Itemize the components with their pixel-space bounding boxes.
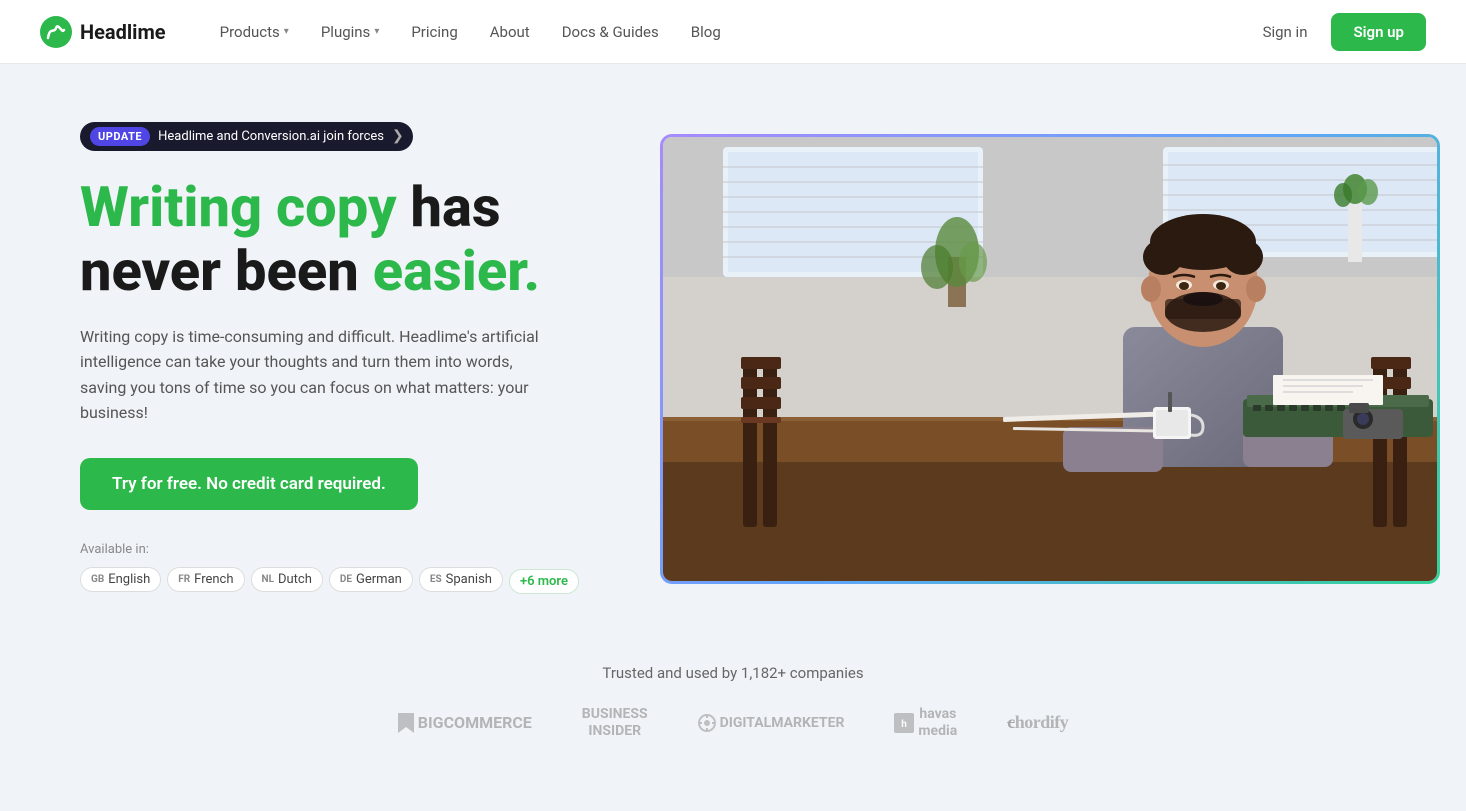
nav-docs[interactable]: Docs & Guides [548,15,673,49]
trusted-section: Trusted and used by 1,182+ companies BIG… [0,644,1466,780]
signup-button[interactable]: Sign up [1331,13,1426,51]
nav-right: Sign in Sign up [1251,13,1426,51]
nav-about[interactable]: About [476,15,544,49]
hero-left: UPDATE Headlime and Conversion.ai join f… [80,122,600,596]
products-chevron-icon: ▾ [284,26,289,37]
hero-image [660,134,1440,584]
update-arrow-icon: ❯ [392,128,404,144]
signin-link[interactable]: Sign in [1251,15,1320,49]
hero-headline: Writing copy hasnever been easier. [80,175,600,304]
digitalmarketer-icon [698,714,716,732]
navbar: Headlime Products ▾ Plugins ▾ Pricing Ab… [0,0,1466,64]
hero-right [660,134,1440,584]
hero-image-svg [663,137,1440,584]
nav-links: Products ▾ Plugins ▾ Pricing About Docs … [206,15,1251,49]
hero-description: Writing copy is time-consuming and diffi… [80,324,560,426]
havas-icon: h [894,713,914,733]
logo[interactable]: Headlime [40,16,166,48]
language-list: GB English FR French NL Dutch DE German … [80,567,600,596]
trusted-title: Trusted and used by 1,182+ companies [40,664,1426,682]
available-label: Available in: [80,542,600,557]
cta-button[interactable]: Try for free. No credit card required. [80,458,418,510]
logo-bigcommerce: BIGCOMMERCE [398,713,532,733]
plugins-chevron-icon: ▾ [374,26,379,37]
nav-blog[interactable]: Blog [677,15,735,49]
logo-business-insider: BUSINESSINSIDER [582,706,648,740]
lang-german[interactable]: DE German [329,567,413,592]
logo-digitalmarketer: DIGITALMARKETER [698,714,845,732]
lang-english[interactable]: GB English [80,567,161,592]
svg-text:h: h [902,719,908,730]
logo-chordify: chordify [1007,712,1068,733]
logo-havas-media: h havasmedia [894,706,957,740]
hero-section: UPDATE Headlime and Conversion.ai join f… [0,64,1466,644]
nav-products[interactable]: Products ▾ [206,15,303,49]
bigcommerce-icon [398,713,414,733]
lang-french[interactable]: FR French [167,567,244,592]
trusted-logos: BIGCOMMERCE BUSINESSINSIDER DIGITALMARKE… [40,706,1426,740]
nav-plugins[interactable]: Plugins ▾ [307,15,394,49]
lang-dutch[interactable]: NL Dutch [251,567,323,592]
headline-green-2: easier. [373,238,540,304]
update-badge-text: Headlime and Conversion.ai join forces [158,129,384,144]
nav-pricing[interactable]: Pricing [397,15,471,49]
lang-more[interactable]: +6 more [509,569,579,594]
headline-green-1: Writing copy [80,174,397,240]
lang-spanish[interactable]: ES Spanish [419,567,503,592]
logo-text: Headlime [80,20,166,44]
update-badge[interactable]: UPDATE Headlime and Conversion.ai join f… [80,122,413,151]
update-tag: UPDATE [90,127,150,146]
